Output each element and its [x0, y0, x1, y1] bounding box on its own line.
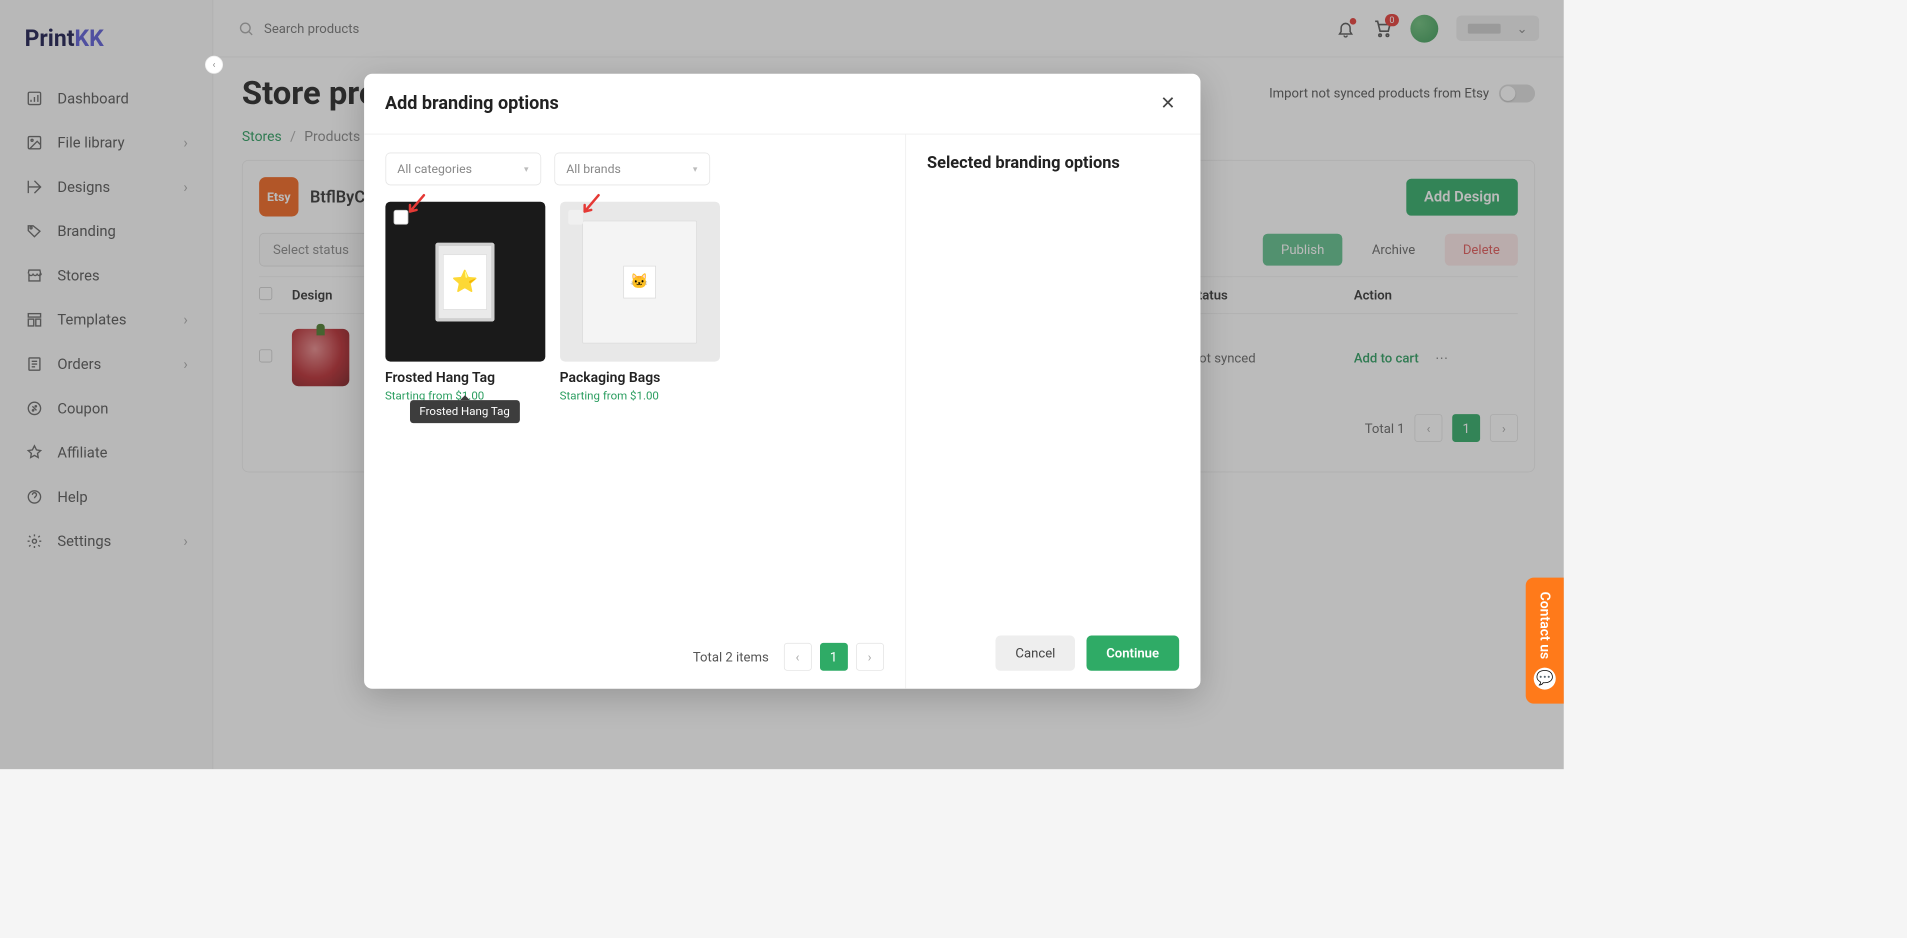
- contact-label: Contact us: [1537, 592, 1553, 660]
- chat-icon: 💬: [1534, 668, 1556, 690]
- modal-left-panel: All categories ▾ All brands ▾ ⭐ Frosted …: [364, 134, 905, 688]
- modal-pager-prev[interactable]: ‹: [784, 643, 812, 671]
- annotation-arrow: [403, 194, 428, 219]
- selected-options-title: Selected branding options: [927, 153, 1179, 173]
- contact-us-tab[interactable]: Contact us 💬: [1526, 578, 1564, 704]
- branding-option-card[interactable]: 🐱 Packaging Bags Starting from $1.00: [560, 202, 720, 403]
- option-name: Frosted Hang Tag: [385, 370, 545, 386]
- dropdown-label: All brands: [566, 162, 621, 177]
- bag-graphic: 🐱: [623, 265, 656, 298]
- option-image: ⭐: [385, 202, 545, 362]
- modal-total-items: Total 2 items: [693, 649, 769, 665]
- continue-button[interactable]: Continue: [1087, 636, 1179, 671]
- modal-right-panel: Selected branding options: [905, 134, 1200, 688]
- option-name: Packaging Bags: [560, 370, 720, 386]
- categories-dropdown[interactable]: All categories ▾: [385, 153, 541, 186]
- modal-pager-page-1[interactable]: 1: [820, 643, 848, 671]
- hang-tag-graphic: ⭐: [443, 254, 487, 310]
- cancel-button[interactable]: Cancel: [996, 636, 1075, 671]
- chevron-down-icon: ▾: [524, 164, 529, 175]
- option-tooltip: Frosted Hang Tag: [410, 400, 520, 423]
- brands-dropdown[interactable]: All brands ▾: [554, 153, 710, 186]
- branding-option-card[interactable]: ⭐ Frosted Hang Tag Starting from $1.00 F…: [385, 202, 545, 403]
- sidebar-collapse-button[interactable]: ‹: [205, 56, 223, 74]
- add-branding-modal: Add branding options ✕ All categories ▾ …: [364, 74, 1200, 689]
- annotation-arrow: [578, 194, 603, 219]
- option-image: 🐱: [560, 202, 720, 362]
- close-icon[interactable]: ✕: [1157, 90, 1179, 117]
- dropdown-label: All categories: [397, 162, 472, 177]
- modal-pager-next[interactable]: ›: [856, 643, 884, 671]
- modal-title: Add branding options: [385, 93, 559, 114]
- option-price: Starting from $1.00: [560, 390, 720, 403]
- chevron-down-icon: ▾: [693, 164, 698, 175]
